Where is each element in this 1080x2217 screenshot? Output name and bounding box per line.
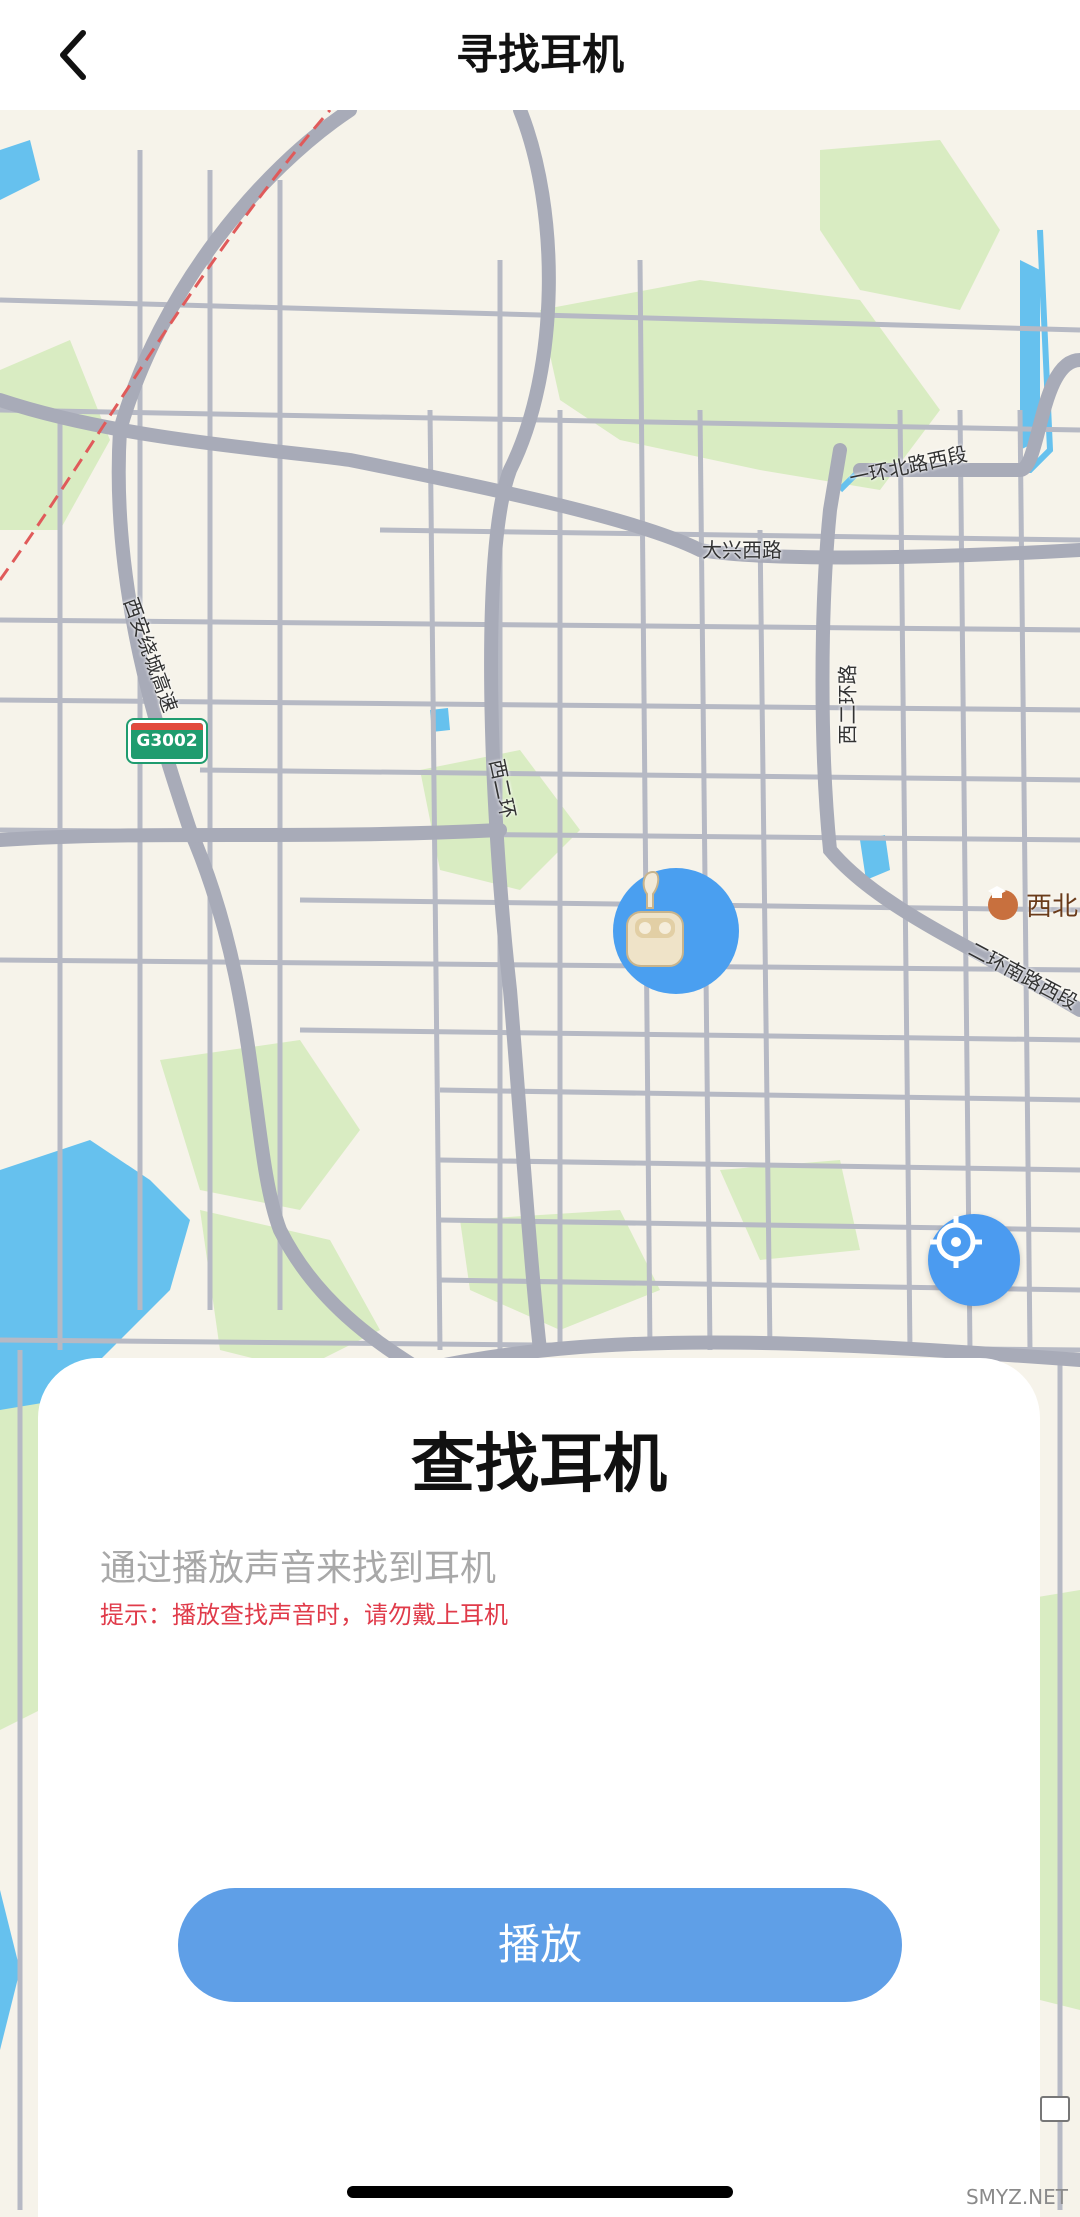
poi-label: 西北 — [1026, 892, 1079, 922]
road-label-daxing: 大兴西路 — [702, 538, 782, 562]
find-earbuds-sheet: 查找耳机 通过播放声音来找到耳机 提示：播放查找声音时，请勿戴上耳机 播放 — [38, 1358, 1040, 2217]
crosshair-icon — [930, 1216, 982, 1268]
highway-badge: G3002 — [128, 720, 206, 762]
road-label-xierhuan-road: 西二环路 — [835, 664, 860, 745]
device-location-pin[interactable] — [613, 868, 739, 994]
sheet-description: 通过播放声音来找到耳机 — [100, 1548, 497, 1589]
graduation-cap-icon — [988, 886, 1018, 920]
watermark: SMYZ.NET — [965, 2185, 1068, 2209]
sheet-tip: 提示：播放查找声音时，请勿戴上耳机 — [100, 1601, 508, 1629]
play-button[interactable]: 播放 — [178, 1888, 902, 2002]
poi-marker[interactable]: 西北 — [988, 886, 1078, 923]
locate-me-button[interactable] — [928, 1214, 1020, 1306]
map-legend-icon[interactable] — [1040, 2096, 1070, 2122]
page-title: 寻找耳机 — [455, 30, 624, 79]
header-bar: 寻找耳机 — [0, 0, 1080, 110]
home-indicator[interactable] — [347, 2186, 733, 2198]
sheet-title: 查找耳机 — [411, 1428, 667, 1502]
earbuds-case-icon — [626, 870, 684, 967]
